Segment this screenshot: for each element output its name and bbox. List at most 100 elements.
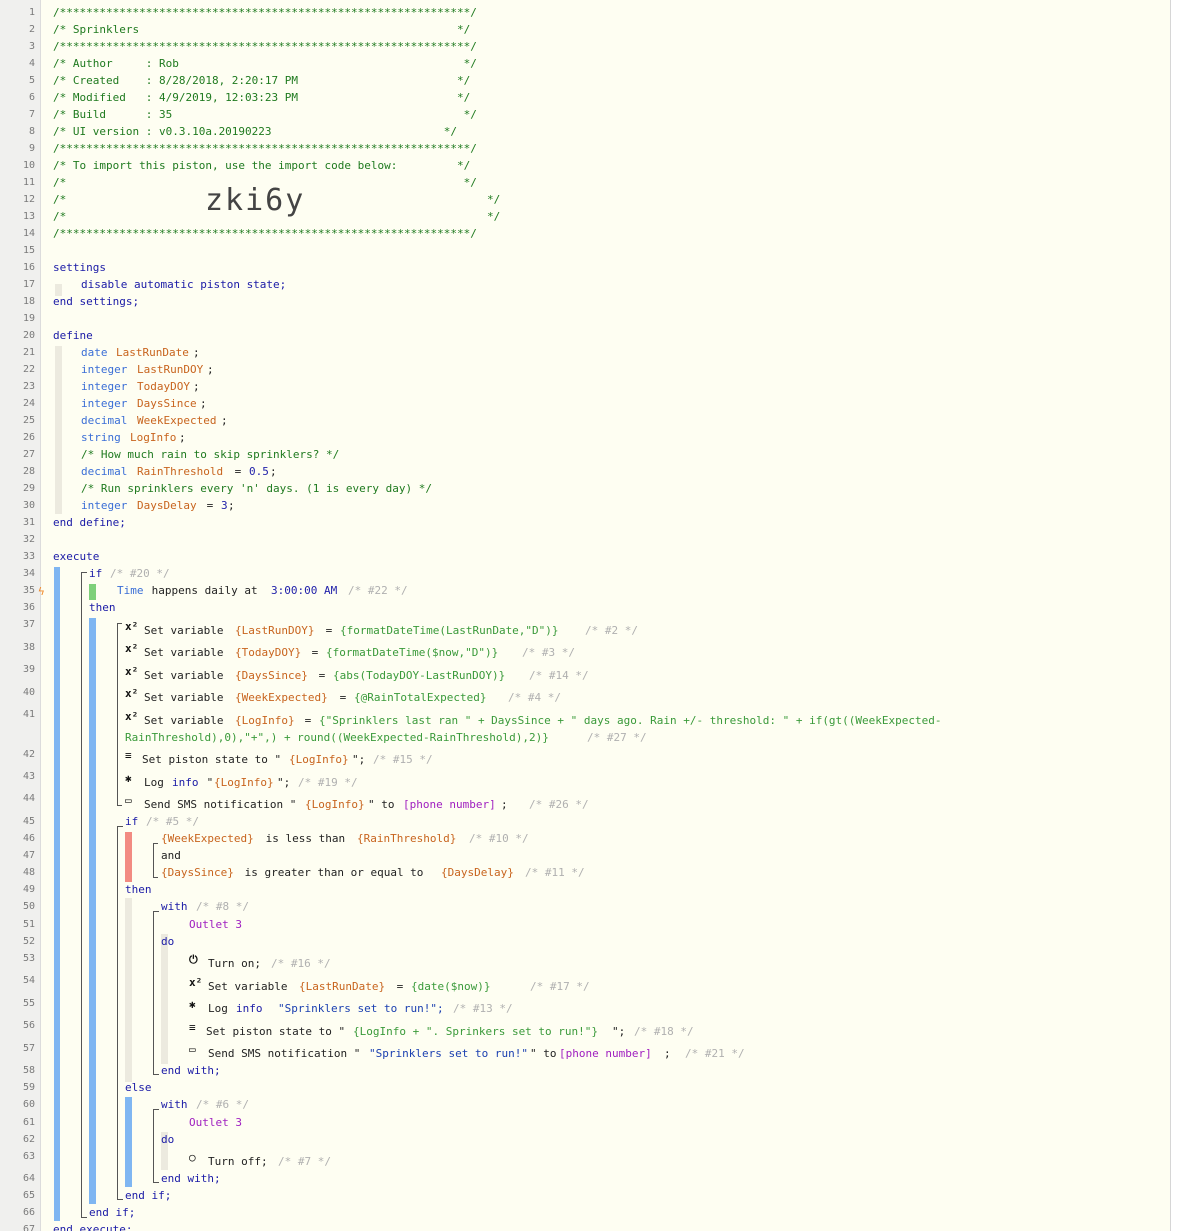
sms-label: Send SMS notification " bbox=[208, 1047, 361, 1060]
target-variable: {WeekExpected} bbox=[235, 691, 328, 704]
target-variable: {DaysSince} bbox=[235, 669, 308, 682]
statement-id: /* #6 */ bbox=[196, 1098, 249, 1111]
sms-phone: [phone number] bbox=[403, 798, 496, 811]
condition-operand: {WeekExpected} bbox=[161, 832, 254, 845]
var-type: decimal bbox=[81, 465, 128, 478]
line-number: 31 bbox=[22, 517, 35, 528]
line-number: 64 bbox=[22, 1173, 35, 1184]
set-label: Set variable bbox=[144, 714, 231, 727]
set-label: Set variable bbox=[208, 980, 295, 993]
sms-tail: ; bbox=[664, 1047, 671, 1060]
line-number-gutter: 1 2 3 4 5 6 7 8 9 10 11 12 13 14 15 16 17 18 19 20 21 22 23 24 2… bbox=[0, 0, 41, 1231]
var-value: 3 bbox=[221, 499, 228, 512]
import-code[interactable]: zki6y bbox=[205, 183, 305, 218]
turn-off-text: Turn off; bbox=[208, 1155, 268, 1168]
line-number: 6 bbox=[28, 92, 35, 103]
state-label: Set piston state to " bbox=[142, 753, 282, 766]
expression: {formatDateTime(LastRunDate,"D")} bbox=[340, 624, 559, 637]
header-ui-version: /* UI version : v0.3.10a.20190223 */ bbox=[53, 125, 457, 138]
end-settings-keyword: end settings; bbox=[53, 295, 140, 308]
line-number: 61 bbox=[22, 1117, 35, 1128]
with-bracket bbox=[153, 911, 154, 1075]
var-type: string bbox=[81, 431, 121, 444]
and-operator[interactable]: and bbox=[161, 848, 181, 864]
set-label: Set variable bbox=[144, 624, 231, 637]
settings-keyword: settings bbox=[53, 261, 106, 274]
line-number: 60 bbox=[22, 1099, 35, 1110]
condition-group-bar bbox=[125, 832, 132, 882]
var-semicolon: ; bbox=[270, 465, 277, 478]
statement-id: /* #11 */ bbox=[525, 866, 585, 879]
line-number: 65 bbox=[22, 1190, 35, 1201]
expression: {abs(TodayDOY-LastRunDOY)} bbox=[333, 669, 506, 682]
line-number: 1 bbox=[28, 7, 35, 18]
condition-bracket bbox=[153, 843, 154, 878]
line-number: 9 bbox=[28, 143, 35, 154]
else-block-bar bbox=[125, 1097, 132, 1187]
line-number: 20 bbox=[22, 330, 35, 341]
line-number: 43 bbox=[22, 771, 35, 782]
log-value: {LogInfo} bbox=[214, 776, 274, 789]
then-keyword: then bbox=[89, 601, 116, 614]
then-bracket bbox=[117, 623, 118, 806]
inner-if-keyword[interactable]: if bbox=[125, 814, 138, 830]
line-number: 47 bbox=[22, 850, 35, 861]
inner-end-if-keyword: end if; bbox=[125, 1189, 172, 1202]
execute-keyword: execute bbox=[53, 550, 100, 563]
with-block-bar bbox=[161, 934, 168, 1064]
line-number: 57 bbox=[22, 1043, 35, 1054]
line-number: 55 bbox=[22, 998, 35, 1009]
var-type: integer bbox=[81, 380, 128, 393]
then-block-bar bbox=[89, 618, 96, 1204]
expression: {@RainTotalExpected} bbox=[354, 691, 487, 704]
expression-line-2: RainThreshold),0),"+",) + round((WeekExp… bbox=[125, 731, 549, 744]
line-number: 17 bbox=[22, 279, 35, 290]
expression: {date($now)} bbox=[411, 980, 491, 993]
statement-id: /* #13 */ bbox=[453, 1002, 513, 1015]
line-number: 62 bbox=[22, 1134, 35, 1145]
statement-id: /* #7 */ bbox=[278, 1155, 331, 1168]
var-semicolon: ; bbox=[221, 414, 228, 427]
sms-label: Send SMS notification " bbox=[144, 798, 297, 811]
header-modified: /* Modified : 4/9/2019, 12:03:23 PM */ bbox=[53, 91, 471, 104]
statement-id: /* #4 */ bbox=[508, 691, 561, 704]
device-outlet-3[interactable]: Outlet 3 bbox=[189, 1115, 242, 1131]
end-with-keyword: end with; bbox=[161, 1172, 221, 1185]
sms-tail: ; bbox=[501, 798, 508, 811]
with-keyword[interactable]: with bbox=[161, 899, 188, 915]
line-number: 32 bbox=[22, 534, 35, 545]
state-tail: "; bbox=[612, 1025, 626, 1038]
condition-value: {DaysDelay} bbox=[441, 866, 514, 879]
device-outlet-3[interactable]: Outlet 3 bbox=[189, 917, 242, 933]
bug-icon: ✱ bbox=[189, 998, 196, 1011]
condition-operator: is less than bbox=[259, 832, 352, 845]
line-number: 2 bbox=[28, 24, 35, 35]
line-number: 30 bbox=[22, 500, 35, 511]
var-semicolon: ; bbox=[200, 397, 207, 410]
if-keyword[interactable]: if bbox=[89, 566, 102, 582]
with-keyword[interactable]: with bbox=[161, 1097, 188, 1113]
do-keyword: do bbox=[161, 1133, 175, 1146]
line-number: 24 bbox=[22, 398, 35, 409]
line-number: 10 bbox=[22, 160, 35, 171]
header-border-4: /***************************************… bbox=[53, 227, 477, 240]
settings-line[interactable]: disable automatic piston state; bbox=[81, 277, 286, 293]
var-equals: = bbox=[200, 499, 220, 512]
line-number: 29 bbox=[22, 483, 35, 494]
statement-id: /* #5 */ bbox=[146, 815, 199, 828]
var-name: DaysSince bbox=[137, 397, 197, 410]
equals: = bbox=[298, 714, 318, 727]
var-semicolon: ; bbox=[207, 363, 214, 376]
target-variable: {TodayDOY} bbox=[235, 646, 302, 659]
statement-id: /* #2 */ bbox=[585, 624, 638, 637]
header-build: /* Build : 35 */ bbox=[53, 108, 477, 121]
log-level: info bbox=[236, 1002, 263, 1015]
end-if-keyword: end if; bbox=[89, 1206, 136, 1219]
trigger-condition-bar bbox=[89, 584, 96, 600]
line-number: 35 bbox=[22, 585, 35, 596]
sms-mid: " to bbox=[368, 798, 402, 811]
var-name: RainThreshold bbox=[137, 465, 224, 478]
variable-x2-icon: x² bbox=[189, 976, 203, 989]
line-number: 8 bbox=[28, 126, 35, 137]
var-name: DaysDelay bbox=[137, 499, 197, 512]
